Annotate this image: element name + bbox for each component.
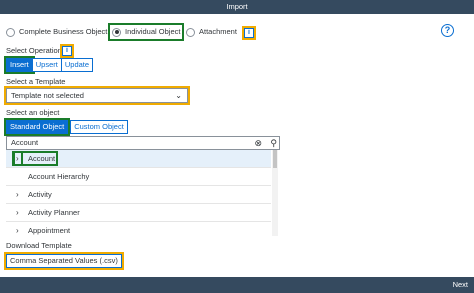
search-value: Account <box>11 138 39 147</box>
scrollbar-thumb[interactable] <box>273 150 277 168</box>
tree-scrollbar[interactable] <box>272 150 278 236</box>
dialog-title: Import <box>0 0 474 14</box>
radio-attachment[interactable]: Attachment <box>186 25 237 39</box>
tree-row-activity[interactable]: › Activity <box>6 186 271 204</box>
tree-row-label: Appointment <box>28 226 71 235</box>
select-object-label: Select an object <box>6 108 60 117</box>
template-select-value: Template not selected <box>11 91 84 100</box>
radio-label: Attachment <box>199 27 237 36</box>
object-type-radio-group: Complete Business Object Individual Obje… <box>0 23 474 43</box>
object-tree: › Account Account Hierarchy › Activity ›… <box>6 150 271 236</box>
chevron-right-icon[interactable]: › <box>16 186 19 203</box>
help-icon[interactable]: ? <box>441 24 454 37</box>
select-template-label: Select a Template <box>6 77 66 86</box>
radio-circle <box>186 27 195 37</box>
tree-row-account[interactable]: › Account <box>6 150 271 168</box>
dialog-footer: Next <box>0 277 474 293</box>
chevron-right-icon[interactable]: › <box>16 204 19 221</box>
tree-row-appointment[interactable]: › Appointment <box>6 222 271 236</box>
standard-object-button[interactable]: Standard Object <box>3 118 71 136</box>
tree-row-account-hierarchy[interactable]: Account Hierarchy <box>6 168 271 186</box>
radio-circle-checked <box>112 27 121 37</box>
tree-row-label: Activity <box>28 190 52 199</box>
object-segmented-button: Standard Object Custom Object <box>3 118 128 136</box>
template-select[interactable]: Template not selected ⌄ <box>4 86 190 105</box>
search-icon[interactable]: ⚲ <box>270 137 277 149</box>
custom-object-button[interactable]: Custom Object <box>70 120 128 134</box>
tree-row-label: Activity Planner <box>28 208 80 217</box>
tree-row-activity-planner[interactable]: › Activity Planner <box>6 204 271 222</box>
chevron-down-icon: ⌄ <box>175 91 182 100</box>
download-csv-button[interactable]: Comma Separated Values (.csv) <box>4 252 124 270</box>
info-icon[interactable]: i <box>242 26 256 40</box>
update-button[interactable]: Update <box>60 58 94 72</box>
insert-button[interactable]: Insert <box>4 56 35 74</box>
radio-label: Complete Business Object <box>19 27 108 36</box>
upsert-button[interactable]: Upsert <box>31 58 62 72</box>
next-button[interactable]: Next <box>451 277 470 293</box>
operation-segmented-button: Insert Upsert Update <box>4 56 94 74</box>
radio-circle <box>6 27 15 37</box>
info-icon[interactable]: i <box>60 44 74 58</box>
chevron-right-icon[interactable]: › <box>16 222 19 236</box>
radio-label: Individual Object <box>125 27 181 36</box>
clear-icon[interactable]: ⊗ <box>254 137 262 149</box>
radio-individual-object[interactable]: Individual Object <box>107 23 185 41</box>
download-template-label: Download Template <box>6 241 72 250</box>
tree-row-label: Account Hierarchy <box>28 172 90 181</box>
selection-highlight <box>13 151 58 166</box>
object-search-input[interactable]: Account ⊗ ⚲ <box>6 136 280 150</box>
select-operation-label: Select Operation <box>6 46 62 55</box>
radio-complete-business-object[interactable]: Complete Business Object <box>6 25 107 39</box>
